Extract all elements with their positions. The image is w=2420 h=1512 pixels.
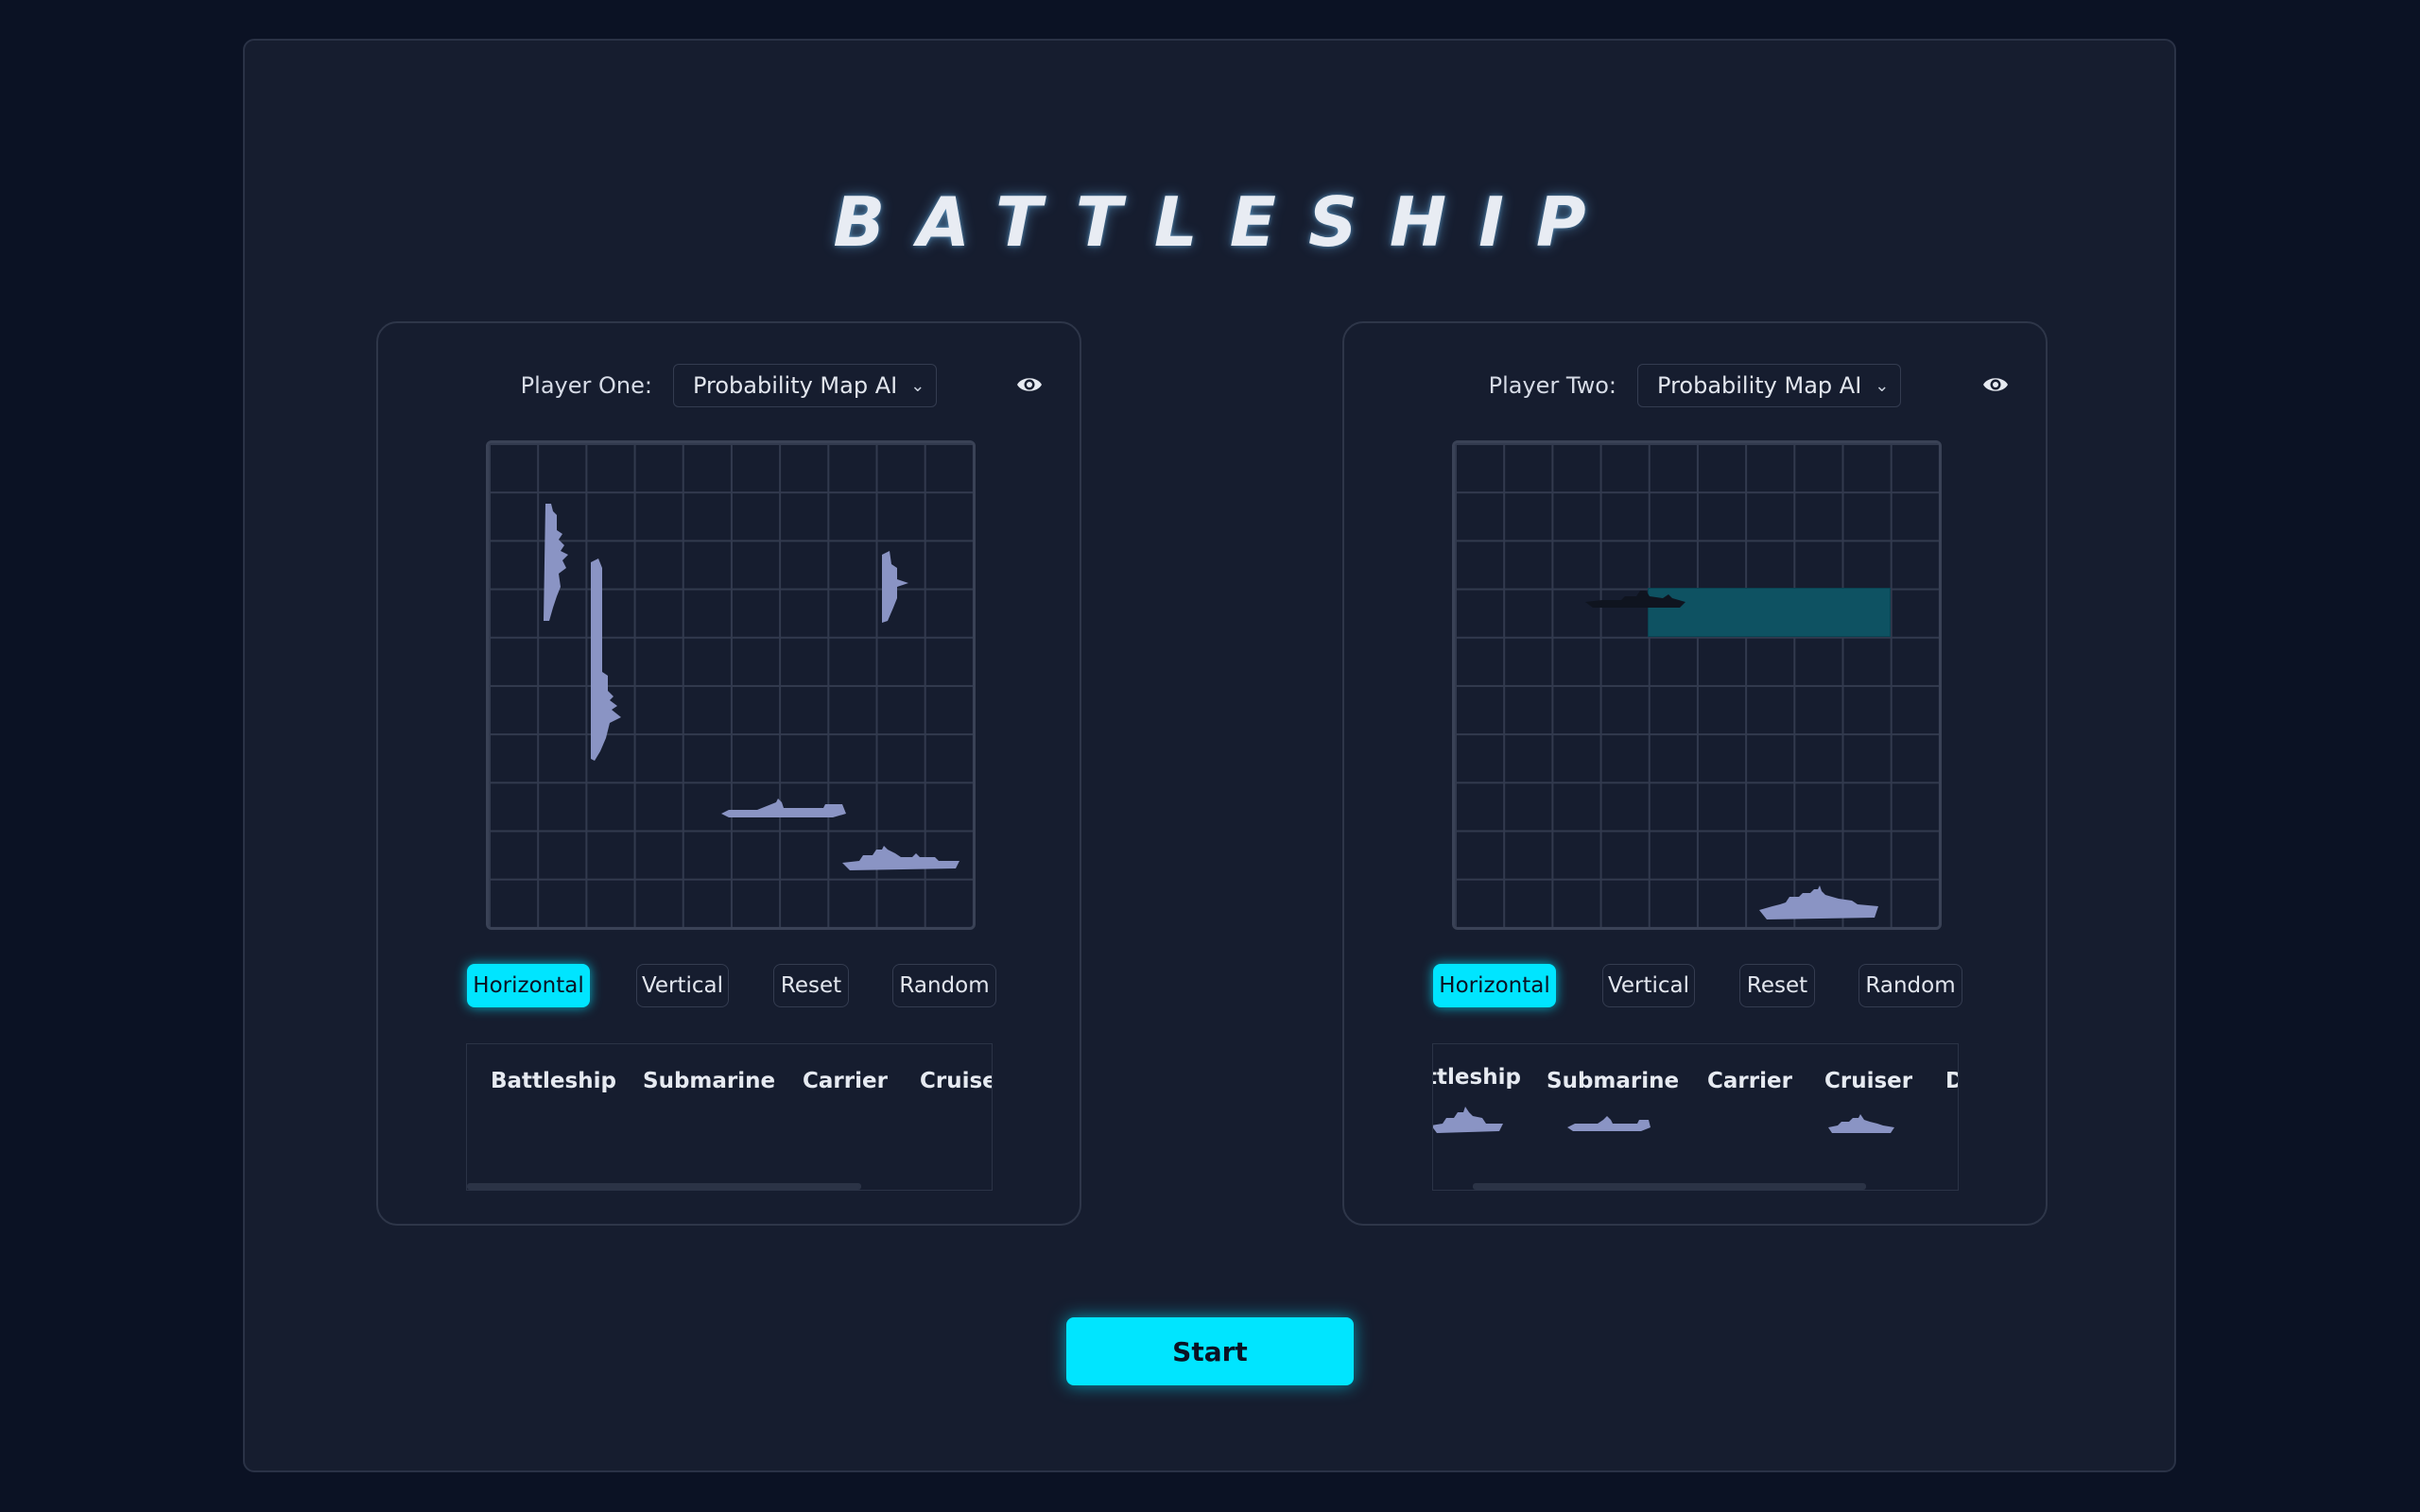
vertical-button[interactable]: Vertical <box>1602 964 1695 1007</box>
vertical-button[interactable]: Vertical <box>636 964 729 1007</box>
player-two-label: Player Two: <box>1488 372 1617 399</box>
player-two-controls: Horizontal Vertical Reset Random <box>1344 964 2046 1009</box>
eye-icon[interactable] <box>1981 370 2010 399</box>
player-two-controller-select[interactable]: Probability Map AI ⌄ <box>1637 364 1902 407</box>
start-button[interactable]: Start <box>1066 1317 1354 1385</box>
placed-ship-cruiser[interactable] <box>1757 885 1882 927</box>
player-one-controller-value: Probability Map AI <box>692 372 898 399</box>
player-two-header: Player Two: Probability Map AI ⌄ <box>1344 361 2046 410</box>
tray-ship-cruiser[interactable]: Cruiser <box>1824 1044 1945 1190</box>
eye-icon[interactable] <box>1015 370 1044 399</box>
reset-button[interactable]: Reset <box>773 964 849 1007</box>
tray-ship-submarine-icon <box>1567 1116 1651 1131</box>
page-title: BATTLESHIP <box>833 182 1618 262</box>
tray-ship-battleship[interactable]: Battleship <box>491 1044 643 1190</box>
tray-ship-label: Destroyer <box>1945 1069 1958 1093</box>
tray-ship-battleship-icon <box>1433 1107 1503 1133</box>
random-button[interactable]: Random <box>1858 964 1962 1007</box>
player-one-ship-tray: Battleship Submarine Carrier Cruiser <box>466 1043 993 1191</box>
tray-ship-cruiser-icon <box>1828 1114 1894 1133</box>
ship-tray-list: Battleship Submarine Carrier Cruiser <box>1433 1044 1958 1190</box>
tray-ship-label: Carrier <box>803 1069 888 1093</box>
player-one-header: Player One: Probability Map AI ⌄ <box>378 361 1080 410</box>
tray-ship-submarine[interactable]: Submarine <box>643 1044 803 1190</box>
player-one-panel: Player One: Probability Map AI ⌄ Horizon… <box>376 321 1081 1226</box>
player-one-controller-select[interactable]: Probability Map AI ⌄ <box>672 364 938 407</box>
tray-ship-carrier[interactable]: Carrier <box>803 1044 920 1190</box>
reset-button[interactable]: Reset <box>1739 964 1815 1007</box>
tray-ship-destroyer[interactable]: Destroyer <box>1945 1044 1958 1190</box>
player-one-label: Player One: <box>520 372 652 399</box>
tray-ship-label: Submarine <box>643 1069 776 1093</box>
tray-ship-submarine[interactable]: Submarine <box>1547 1044 1707 1190</box>
placed-ship-cruiser[interactable] <box>878 551 920 627</box>
horizontal-button[interactable]: Horizontal <box>467 964 590 1007</box>
random-button[interactable]: Random <box>892 964 996 1007</box>
placed-ship-battleship[interactable] <box>540 502 578 625</box>
player-two-controller-value: Probability Map AI <box>1657 372 1862 399</box>
game-container: BATTLESHIP Player One: Probability Map A… <box>243 39 2176 1472</box>
tray-ship-label: Battleship <box>491 1069 616 1093</box>
tray-ship-battleship[interactable]: Battleship <box>1433 1044 1547 1190</box>
tray-ship-label: Cruiser <box>920 1069 992 1093</box>
tray-ship-carrier[interactable]: Carrier <box>1707 1044 1824 1190</box>
placed-ship-submarine[interactable] <box>719 797 848 821</box>
dragging-ship-preview <box>1585 591 1685 608</box>
board-grid <box>1455 443 1939 927</box>
tray-ship-label: Battleship <box>1433 1065 1521 1090</box>
ship-tray-list: Battleship Submarine Carrier Cruiser <box>491 1044 992 1190</box>
tray-ship-cruiser[interactable]: Cruiser <box>920 1044 992 1190</box>
player-two-ship-tray: Battleship Submarine Carrier Cruiser <box>1432 1043 1959 1191</box>
placed-ship-destroyer[interactable] <box>840 844 963 876</box>
tray-ship-label: Carrier <box>1707 1069 1792 1093</box>
player-one-controls: Horizontal Vertical Reset Random <box>378 964 1080 1009</box>
player-two-board[interactable] <box>1452 440 1942 930</box>
tray-scrollbar[interactable] <box>467 1183 861 1190</box>
tray-scrollbar[interactable] <box>1473 1183 1866 1190</box>
tray-ship-label: Submarine <box>1547 1069 1680 1093</box>
tray-ship-label: Cruiser <box>1824 1069 1913 1093</box>
horizontal-button[interactable]: Horizontal <box>1433 964 1556 1007</box>
placed-ship-carrier[interactable] <box>587 558 632 763</box>
player-two-panel: Player Two: Probability Map AI ⌄ Horizon… <box>1342 321 2048 1226</box>
chevron-down-icon: ⌄ <box>1875 375 1890 396</box>
chevron-down-icon: ⌄ <box>910 375 925 396</box>
player-one-board[interactable] <box>486 440 976 930</box>
